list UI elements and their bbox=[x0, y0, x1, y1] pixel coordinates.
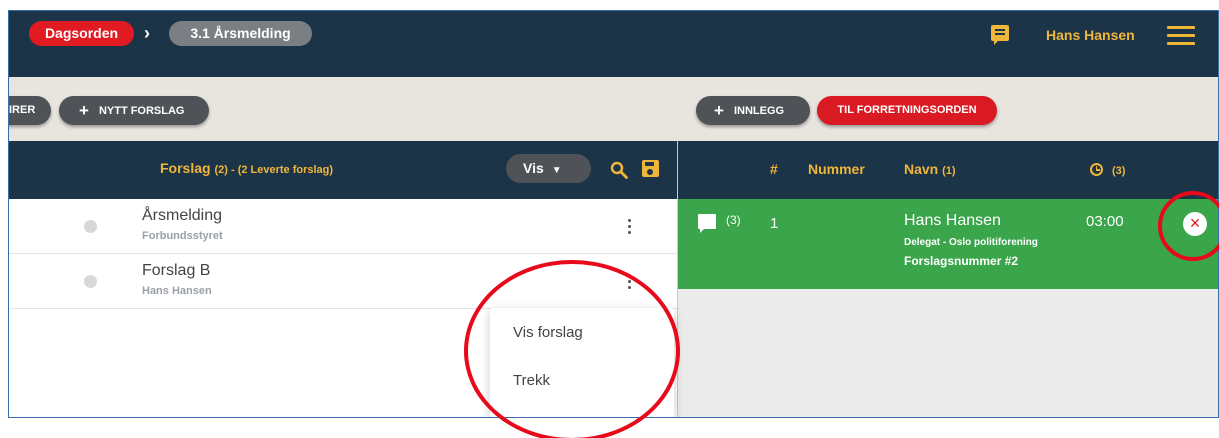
innlegg-label: INNLEGG bbox=[733, 105, 785, 117]
new-proposal-label: NYTT FORSLAG bbox=[98, 105, 185, 117]
speaker-role: Delegat - Oslo politiforening bbox=[904, 237, 1038, 248]
plus-icon: + bbox=[714, 101, 724, 120]
status-dot-icon bbox=[84, 275, 97, 288]
proposals-header: Forslag (2) - (2 Leverte forslag) Vis ▼ bbox=[9, 141, 677, 199]
vis-label: Vis bbox=[523, 160, 544, 176]
new-proposal-button[interactable]: + NYTT FORSLAG bbox=[59, 96, 209, 125]
innlegg-button[interactable]: + INNLEGG bbox=[696, 96, 810, 125]
proposal-author: Forbundsstyret bbox=[142, 230, 223, 242]
speaker-list-header: # Nummer Navn (1) (3) bbox=[678, 141, 1218, 199]
comment-icon[interactable] bbox=[698, 214, 716, 233]
speaker-position: 1 bbox=[770, 215, 779, 232]
proposals-title-text: Forslag bbox=[160, 160, 211, 176]
proposal-row[interactable]: Årsmelding Forbundsstyret bbox=[9, 199, 677, 254]
proposal-author: Hans Hansen bbox=[142, 285, 212, 297]
chevron-down-icon: ▼ bbox=[551, 165, 562, 176]
comment-count: (3) bbox=[726, 213, 741, 227]
speaker-list-panel: # Nummer Navn (1) (3) (3) 1 Hans Hansen … bbox=[677, 141, 1218, 417]
truncated-action-button[interactable]: IRER bbox=[9, 96, 51, 125]
proposal-row[interactable]: Forslag B Hans Hansen bbox=[9, 254, 677, 309]
speaker-name: Hans Hansen bbox=[904, 212, 1001, 229]
menu-item-vis-forslag[interactable]: Vis forslag bbox=[513, 324, 583, 341]
close-icon[interactable]: × bbox=[1183, 212, 1207, 236]
til-forretningsorden-button[interactable]: TIL FORRETNINGSORDEN bbox=[817, 96, 997, 125]
column-time-count: (3) bbox=[1112, 161, 1125, 177]
proposal-title: Forslag B bbox=[142, 262, 211, 279]
status-dot-icon bbox=[84, 220, 97, 233]
breadcrumb-current[interactable]: 3.1 Årsmelding bbox=[169, 21, 312, 46]
user-name[interactable]: Hans Hansen bbox=[1046, 27, 1135, 43]
hamburger-icon[interactable] bbox=[1167, 25, 1195, 45]
proposal-title: Årsmelding bbox=[142, 207, 223, 224]
kebab-menu-icon[interactable] bbox=[626, 217, 632, 237]
search-icon[interactable] bbox=[610, 161, 628, 179]
breadcrumb-dagsorden[interactable]: Dagsorden bbox=[29, 21, 134, 46]
vis-dropdown-button[interactable]: Vis ▼ bbox=[506, 154, 591, 183]
speaker-time: 03:00 bbox=[1086, 213, 1124, 230]
column-navn-count: (1) bbox=[942, 165, 956, 177]
column-nummer: Nummer bbox=[808, 161, 865, 177]
kebab-menu-icon[interactable] bbox=[626, 272, 632, 292]
plus-icon: + bbox=[79, 101, 89, 120]
action-bar: IRER + NYTT FORSLAG + INNLEGG TIL FORRETNI… bbox=[9, 77, 1218, 141]
message-icon[interactable] bbox=[991, 25, 1009, 45]
breadcrumb-separator-icon: › bbox=[144, 23, 150, 43]
column-hash: # bbox=[770, 161, 778, 177]
clock-icon bbox=[1090, 163, 1103, 176]
menu-item-trekk[interactable]: Trekk bbox=[513, 372, 550, 389]
proposal-context-menu: Vis forslag Trekk bbox=[490, 308, 674, 417]
column-navn-label: Navn bbox=[904, 161, 939, 177]
time-count: (3) bbox=[1112, 165, 1126, 177]
top-bar: Dagsorden › 3.1 Årsmelding Hans Hansen bbox=[9, 11, 1218, 77]
speaker-proposal-ref: Forslagsnummer #2 bbox=[904, 254, 1019, 268]
proposals-count: (2) - (2 Leverte forslag) bbox=[214, 164, 334, 176]
active-speaker-row[interactable]: (3) 1 Hans Hansen Delegat - Oslo politif… bbox=[678, 199, 1218, 289]
column-navn: Navn (1) bbox=[904, 161, 956, 177]
proposals-title: Forslag (2) - (2 Leverte forslag) bbox=[160, 160, 333, 176]
app-window: Dagsorden › 3.1 Årsmelding Hans Hansen I… bbox=[8, 10, 1219, 418]
save-icon[interactable] bbox=[642, 160, 659, 177]
